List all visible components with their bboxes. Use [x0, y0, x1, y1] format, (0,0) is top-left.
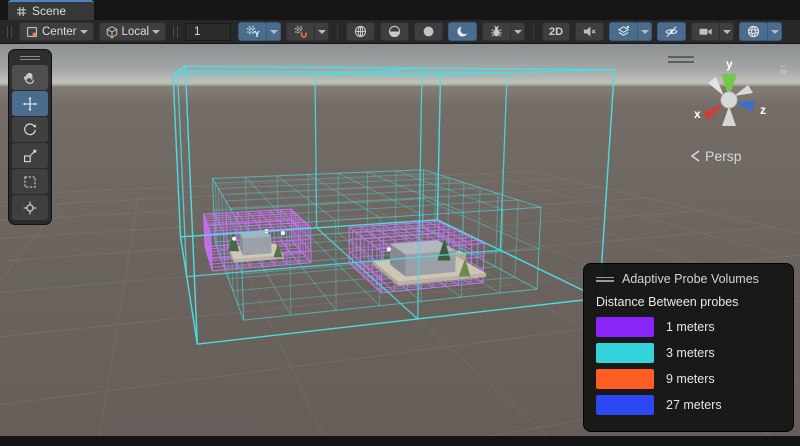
- legend-label: 3 meters: [666, 346, 715, 360]
- legend-drag-handle[interactable]: [596, 275, 614, 284]
- lock-icon[interactable]: [777, 64, 790, 77]
- chevron-left-icon: [690, 150, 701, 162]
- pivot-label: Center: [42, 26, 77, 38]
- tools-overlay: [8, 49, 52, 225]
- legend-swatch: [596, 369, 654, 389]
- scene-visibility-button[interactable]: [657, 22, 686, 41]
- projection-label: Persp: [705, 148, 742, 164]
- toolbar-separator: [337, 25, 338, 39]
- gizmos-toggle-button[interactable]: [739, 22, 768, 41]
- lighting-toggle-button[interactable]: [380, 22, 409, 41]
- legend-swatch: [596, 343, 654, 363]
- hand-icon: [22, 70, 38, 86]
- legend-row: 9 meters: [596, 369, 781, 389]
- shading-mode-button[interactable]: [346, 22, 375, 41]
- tab-bar: Scene: [0, 0, 800, 20]
- camera-settings-button[interactable]: [691, 22, 720, 41]
- effects-dropdown[interactable]: [637, 22, 652, 41]
- audio-mute-button[interactable]: [575, 22, 604, 41]
- grid-visibility-button[interactable]: Y: [238, 22, 267, 41]
- orientation-gizmo-overlay: y x z Persp: [664, 50, 792, 175]
- legend-subtitle: Distance Between probes: [596, 295, 781, 309]
- axis-x-label: x: [694, 107, 701, 121]
- grid-axis-dropdown[interactable]: [266, 22, 281, 41]
- chevron-down-icon: [723, 30, 731, 34]
- chevron-down-icon: [514, 30, 522, 34]
- chevron-down-icon: [771, 30, 779, 34]
- 2d-mode-button[interactable]: 2D: [542, 22, 570, 41]
- transform-icon: [22, 200, 38, 216]
- toolbar-drag-handle[interactable]: [173, 26, 178, 38]
- scale-tool[interactable]: [12, 143, 48, 168]
- scene-viewport[interactable]: y x z Persp Adaptive Probe Volumes Dista…: [0, 44, 800, 436]
- toolbar-separator: [533, 25, 534, 39]
- grid-size-input[interactable]: 1: [185, 23, 231, 41]
- snap-increment-button[interactable]: [286, 22, 315, 41]
- legend-label: 9 meters: [666, 372, 715, 386]
- pivot-icon: [25, 25, 39, 39]
- debug-dropdown[interactable]: [510, 22, 525, 41]
- skybox-toggle-button[interactable]: [448, 22, 477, 41]
- axis-x-cone[interactable]: [703, 103, 725, 121]
- audio-sphere-button[interactable]: [414, 22, 443, 41]
- toolbar-drag-handle[interactable]: [7, 26, 12, 38]
- legend-label: 27 meters: [666, 398, 722, 412]
- legend-rows: 1 meters 3 meters 9 meters 27 meters: [596, 317, 781, 415]
- orientation-label: Local: [122, 26, 150, 38]
- rect-tool[interactable]: [12, 169, 48, 194]
- unity-scene-window: Scene Center Local 1: [0, 0, 800, 446]
- rotate-icon: [22, 122, 38, 138]
- grid-tab-icon: [16, 6, 27, 17]
- apv-legend-panel: Adaptive Probe Volumes Distance Between …: [583, 263, 794, 432]
- svg-text:Y: Y: [254, 30, 260, 39]
- legend-row: 1 meters: [596, 317, 781, 337]
- rotate-tool[interactable]: [12, 117, 48, 142]
- chevron-down-icon: [152, 30, 160, 34]
- orientation-dropdown[interactable]: Local: [99, 22, 167, 41]
- window-bottom-strip: [0, 436, 800, 446]
- transform-tool[interactable]: [12, 195, 48, 220]
- chevron-down-icon: [270, 30, 278, 34]
- axis-z-cone[interactable]: [735, 101, 755, 112]
- chevron-down-icon: [318, 30, 326, 34]
- chevron-down-icon: [80, 30, 88, 34]
- legend-row: 3 meters: [596, 343, 781, 363]
- 2d-label: 2D: [549, 26, 563, 38]
- legend-title: Adaptive Probe Volumes: [622, 272, 759, 286]
- chevron-down-icon: [641, 30, 649, 34]
- pivot-mode-dropdown[interactable]: Center: [19, 22, 94, 41]
- tab-scene[interactable]: Scene: [8, 0, 94, 20]
- gizmo-center[interactable]: [721, 92, 737, 108]
- legend-swatch: [596, 317, 654, 337]
- axis-z-label: z: [760, 103, 766, 117]
- cube-icon: [105, 25, 119, 39]
- view-hand-tool[interactable]: [12, 65, 48, 90]
- axis-gizmo[interactable]: y x z: [686, 56, 772, 142]
- camera-settings-dropdown[interactable]: [719, 22, 734, 41]
- legend-row: 27 meters: [596, 395, 781, 415]
- axis-y-label: y: [726, 57, 733, 71]
- legend-label: 1 meters: [666, 320, 715, 334]
- move-icon: [22, 96, 38, 112]
- projection-toggle[interactable]: Persp: [690, 148, 742, 164]
- debug-bug-button[interactable]: [482, 22, 511, 41]
- snap-increment-dropdown[interactable]: [314, 22, 329, 41]
- tools-drag-handle[interactable]: [12, 53, 48, 63]
- legend-swatch: [596, 395, 654, 415]
- move-tool[interactable]: [12, 91, 48, 116]
- rect-icon: [22, 174, 38, 190]
- gizmos-dropdown[interactable]: [767, 22, 782, 41]
- scale-icon: [22, 148, 38, 164]
- scene-toolbar: Center Local 1 Y: [0, 20, 800, 44]
- grid-size-value: 1: [194, 26, 200, 38]
- tab-label: Scene: [32, 4, 66, 18]
- effects-toggle-button[interactable]: [609, 22, 638, 41]
